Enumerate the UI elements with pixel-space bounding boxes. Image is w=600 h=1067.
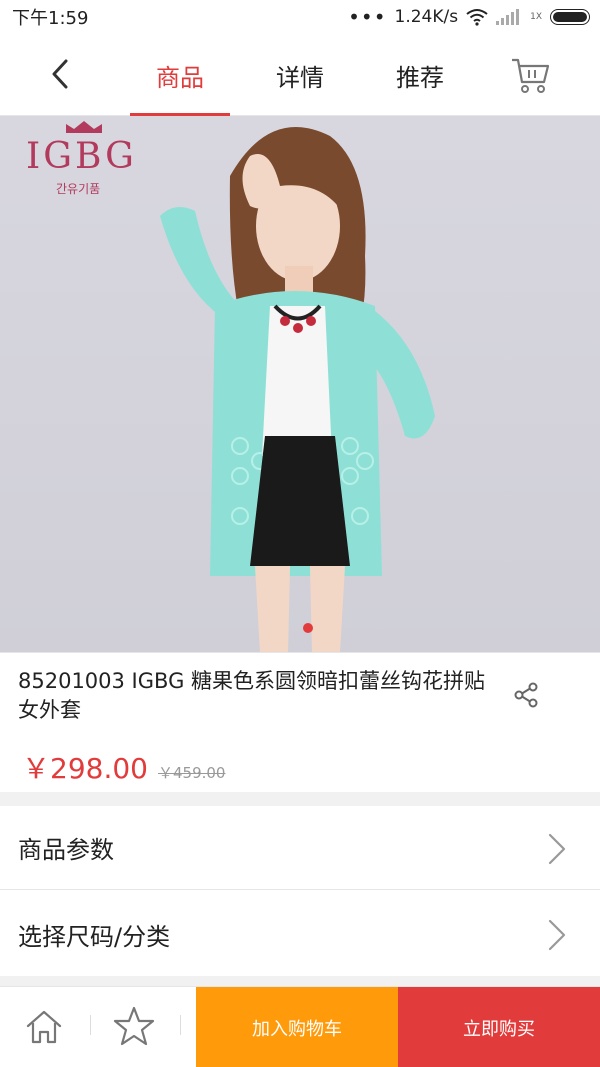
section-divider — [0, 792, 600, 806]
product-info: 85201003 IGBG 糖果色系圆领暗扣蕾丝钩花拼贴女外套 ￥298.00 … — [0, 652, 600, 792]
carousel-indicator — [303, 623, 313, 633]
top-nav: 商品 详情 推荐 — [0, 34, 600, 116]
divider — [90, 1015, 91, 1035]
status-dots: ••• — [348, 5, 387, 29]
share-icon[interactable] — [512, 681, 540, 709]
signal-label: 1X — [530, 12, 542, 22]
wifi-icon — [466, 9, 488, 26]
cell-signal-icon — [496, 9, 520, 25]
chevron-left-icon — [52, 59, 68, 89]
divider — [180, 1015, 181, 1035]
home-icon[interactable] — [24, 1007, 64, 1047]
status-time: 下午1:59 — [12, 8, 89, 29]
model-photo — [160, 127, 435, 652]
bottom-action-bar: 加入购物车 立即购买 — [0, 986, 600, 1067]
product-params-row[interactable]: 商品参数 — [0, 806, 600, 890]
add-to-cart-button[interactable]: 加入购物车 — [196, 987, 398, 1067]
brand-subtitle: 간유기품 — [56, 182, 101, 196]
back-button[interactable] — [38, 52, 82, 96]
chevron-right-icon — [548, 833, 566, 865]
tab-product[interactable]: 商品 — [120, 34, 240, 116]
buy-now-button[interactable]: 立即购买 — [398, 987, 600, 1067]
original-price: ￥459.00 — [157, 764, 226, 782]
tab-bar: 商品 详情 推荐 — [120, 34, 480, 116]
product-title: 85201003 IGBG 糖果色系圆领暗扣蕾丝钩花拼贴女外套 — [18, 669, 486, 722]
chevron-right-icon — [548, 919, 566, 951]
tab-recommend[interactable]: 推荐 — [360, 34, 480, 116]
star-icon[interactable] — [113, 1005, 155, 1047]
status-bar: 下午1:59 ••• 1.24K/s 1X — [0, 0, 600, 34]
network-speed: 1.24K/s — [394, 7, 459, 27]
product-params-label: 商品参数 — [18, 836, 114, 864]
crown-icon — [66, 121, 102, 133]
cart-icon[interactable] — [510, 54, 552, 96]
current-price: ￥298.00 — [22, 752, 148, 785]
section-divider — [0, 976, 600, 986]
status-right: ••• 1.24K/s 1X — [348, 7, 590, 27]
tab-details[interactable]: 详情 — [240, 34, 360, 116]
product-image-carousel[interactable]: IGBG 간유기품 — [0, 116, 600, 652]
price-block: ￥298.00 ￥459.00 — [22, 747, 225, 787]
select-size-label: 选择尺码/分类 — [18, 922, 171, 951]
select-size-row[interactable]: 选择尺码/分类 — [0, 892, 600, 976]
battery-icon — [550, 9, 590, 25]
